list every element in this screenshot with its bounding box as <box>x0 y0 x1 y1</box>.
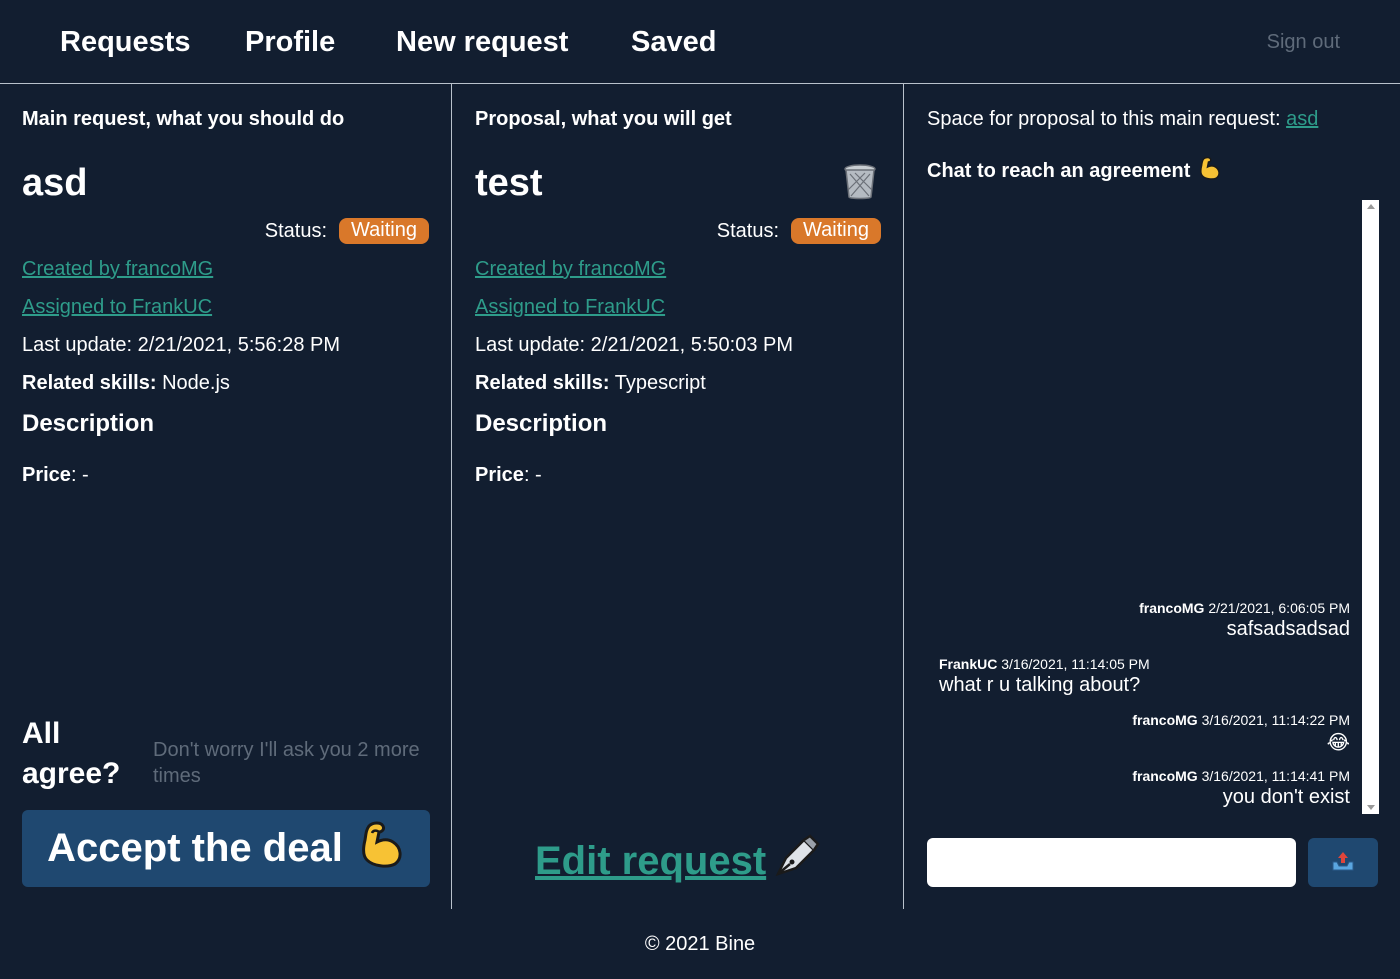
related-skills-label: Related skills: <box>22 372 157 394</box>
wastebasket-icon[interactable] <box>843 164 877 200</box>
message-text: 😂 <box>1326 732 1350 754</box>
edit-request-label: Edit request <box>535 838 767 883</box>
message-author: francoMG <box>1132 712 1198 728</box>
chat-heading-label: Chat to reach an agreement <box>927 159 1191 182</box>
price-label: Price <box>22 464 71 486</box>
main-request-status-row: Status: Waiting <box>265 218 429 244</box>
price-value: : - <box>70 464 89 486</box>
chat-message: francoMG 3/16/2021, 11:14:22 PM 😂 <box>1132 712 1350 755</box>
message-text: you don't exist <box>1222 786 1350 808</box>
proposal-panel: Proposal, what you will get test Status:… <box>453 84 904 909</box>
accept-deal-button[interactable]: Accept the deal <box>22 810 430 887</box>
agree-hint-text: Don't worry I'll ask you 2 more times <box>153 739 420 787</box>
nav-saved-link[interactable]: Saved <box>631 26 716 59</box>
chat-message-input[interactable] <box>927 838 1296 887</box>
related-skills: Related skills: Node.js <box>22 372 230 395</box>
scroll-down-arrow-icon[interactable] <box>1367 805 1375 810</box>
message-time: 3/16/2021, 11:14:05 PM <box>1001 656 1150 672</box>
message-text: safsadsadsad <box>1226 618 1350 640</box>
created-by-link[interactable]: Created by francoMG <box>475 258 666 281</box>
chat-heading: Chat to reach an agreement <box>927 156 1222 186</box>
chat-scrollbar[interactable] <box>1362 200 1379 814</box>
outbox-tray-icon <box>1331 850 1355 875</box>
chat-message: francoMG 3/16/2021, 11:14:41 PM you don'… <box>1132 768 1350 809</box>
related-skills: Related skills: Typescript <box>475 372 706 395</box>
message-time: 3/16/2021, 11:14:22 PM <box>1201 712 1350 728</box>
proposal-space-label: Space for proposal to this main request: <box>927 108 1281 130</box>
proposal-heading: Proposal, what you will get <box>475 108 732 130</box>
footer-copyright: © 2021 Bine <box>644 932 756 955</box>
status-badge: Waiting <box>339 218 429 244</box>
message-author: francoMG <box>1132 768 1198 784</box>
fountain-pen-icon <box>774 834 820 888</box>
price-row: Price: - <box>22 464 89 487</box>
flexed-biceps-icon <box>359 820 405 878</box>
proposal-status-row: Status: Waiting <box>717 218 881 244</box>
created-by-link[interactable]: Created by francoMG <box>22 258 213 281</box>
assigned-to-link[interactable]: Assigned to FrankUC <box>475 296 665 319</box>
status-label: Status: <box>264 219 328 242</box>
main-request-title: asd <box>22 162 88 204</box>
chat-messages-box[interactable]: francoMG 2/21/2021, 6:06:05 PM safsadsad… <box>927 200 1379 814</box>
price-row: Price: - <box>475 464 542 487</box>
message-time: 2/21/2021, 6:06:05 PM <box>1208 600 1350 616</box>
accept-deal-label: Accept the deal <box>47 826 343 870</box>
message-author: francoMG <box>1139 600 1205 616</box>
proposal-space-line: Space for proposal to this main request:… <box>927 108 1318 131</box>
chat-message: FrankUC 3/16/2021, 11:14:05 PM what r u … <box>939 656 1150 697</box>
message-author: FrankUC <box>939 656 998 672</box>
proposal-title: test <box>475 162 543 204</box>
top-navbar: Requests Profile New request Saved Sign … <box>0 0 1400 84</box>
status-label: Status: <box>716 219 780 242</box>
footer: © 2021 Bine <box>0 909 1400 979</box>
related-skills-label: Related skills: <box>475 372 610 394</box>
main-request-panel: Main request, what you should do asd Sta… <box>0 84 452 909</box>
send-message-button[interactable] <box>1308 838 1378 887</box>
message-text: what r u talking about? <box>939 674 1141 696</box>
flexed-biceps-icon <box>1198 156 1222 186</box>
status-badge: Waiting <box>791 218 881 244</box>
assigned-to-link[interactable]: Assigned to FrankUC <box>22 296 212 319</box>
price-label: Price <box>475 464 524 486</box>
main-request-link[interactable]: asd <box>1286 108 1318 130</box>
chat-message: francoMG 2/21/2021, 6:06:05 PM safsadsad… <box>1139 600 1350 641</box>
all-agree-label: All agree? <box>22 717 121 790</box>
nav-new-request-link[interactable]: New request <box>396 26 568 59</box>
scroll-up-arrow-icon[interactable] <box>1367 204 1375 209</box>
edit-request-link[interactable]: Edit request <box>535 834 820 888</box>
sign-out-link[interactable]: Sign out <box>1267 31 1340 54</box>
related-skills-value: Typescript <box>614 372 706 394</box>
nav-requests-link[interactable]: Requests <box>60 26 191 59</box>
nav-profile-link[interactable]: Profile <box>245 26 335 59</box>
chat-panel: Space for proposal to this main request:… <box>905 84 1400 909</box>
related-skills-value: Node.js <box>162 372 230 394</box>
last-update-text: Last update: 2/21/2021, 5:50:03 PM <box>475 334 794 356</box>
description-heading: Description <box>22 410 155 437</box>
main-request-heading: Main request, what you should do <box>22 108 345 130</box>
description-heading: Description <box>475 410 608 437</box>
last-update-text: Last update: 2/21/2021, 5:56:28 PM <box>22 334 341 356</box>
price-value: : - <box>523 464 542 486</box>
message-time: 3/16/2021, 11:14:41 PM <box>1201 768 1350 784</box>
